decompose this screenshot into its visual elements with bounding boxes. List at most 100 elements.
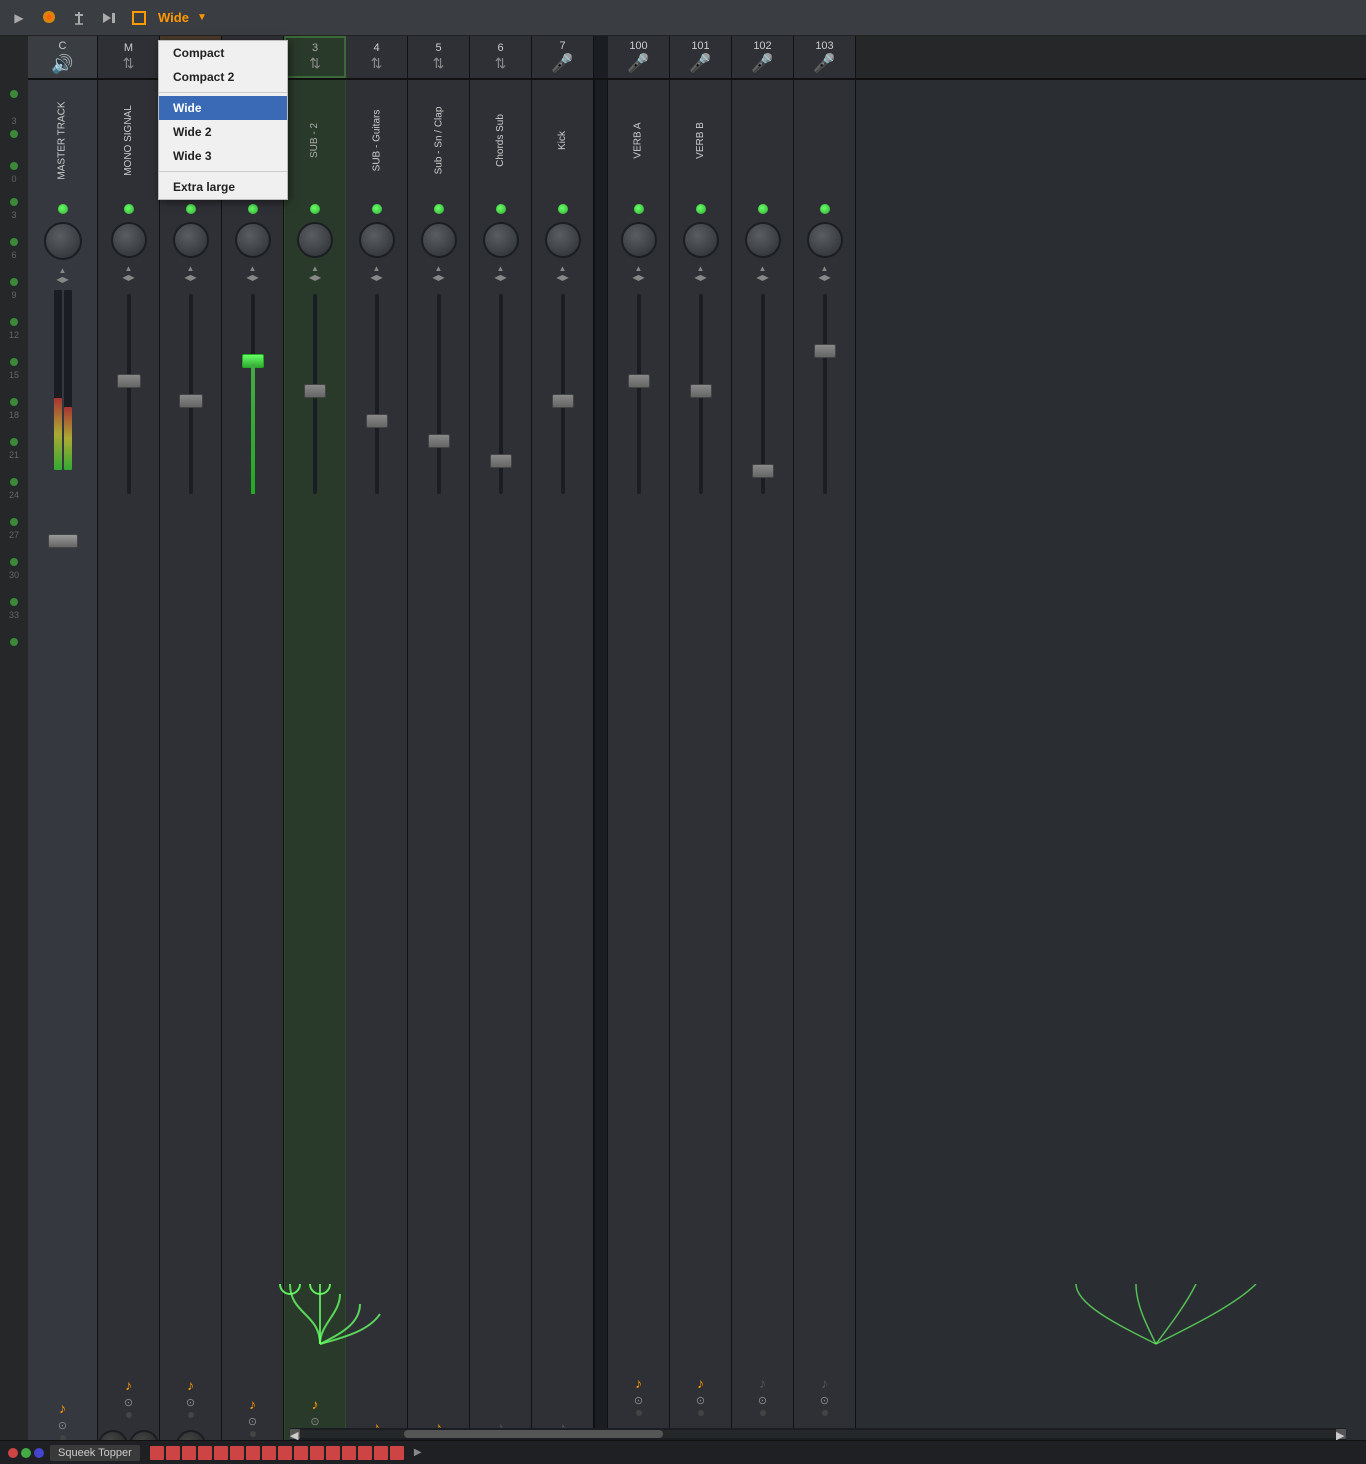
stereo-send-btn[interactable]: ♪ <box>187 1377 194 1393</box>
mono-bottom: ♪ ⊙ <box>124 1373 133 1422</box>
header-verb-b[interactable]: 101 🎤 <box>670 36 732 78</box>
stereo-led[interactable] <box>186 204 196 214</box>
ch103-led[interactable] <box>820 204 830 214</box>
verb-b-led[interactable] <box>696 204 706 214</box>
kick-led[interactable] <box>558 204 568 214</box>
verb-b-fader-handle[interactable] <box>690 384 712 398</box>
ch103-name-container <box>794 80 855 200</box>
sub2-knob[interactable] <box>297 222 333 258</box>
ch102-led[interactable] <box>758 204 768 214</box>
status-label[interactable]: Squeek Topper <box>50 1445 140 1461</box>
header-kick[interactable]: 7 🎤 <box>532 36 594 78</box>
view-selector[interactable]: Wide ▼ Compact Compact 2 Wide Wide 2 Wid… <box>158 10 207 25</box>
pattern-dot-7[interactable] <box>246 1446 260 1460</box>
stereo-knob[interactable] <box>173 222 209 258</box>
pattern-dot-6[interactable] <box>230 1446 244 1460</box>
ch102-send[interactable]: ♪ <box>759 1375 766 1391</box>
view-option-compact2[interactable]: Compact 2 <box>159 65 287 89</box>
pattern-dot-10[interactable] <box>294 1446 308 1460</box>
header-ch103[interactable]: 103 🎤 <box>794 36 856 78</box>
pattern-dot-2[interactable] <box>166 1446 180 1460</box>
chords-sub-fader-handle[interactable] <box>490 454 512 468</box>
header-mono[interactable]: M ⇅ <box>98 36 160 78</box>
skip-button[interactable] <box>98 7 120 29</box>
sub2-fader-area <box>285 284 345 1392</box>
scroll-right-btn[interactable]: ▶ <box>1336 1429 1346 1439</box>
verb-a-knob[interactable] <box>621 222 657 258</box>
verb-a-led[interactable] <box>634 204 644 214</box>
master-led[interactable] <box>58 204 68 214</box>
header-master[interactable]: C 🔊 <box>28 36 98 78</box>
pattern-scroll-arrow[interactable]: ▶ <box>414 1447 422 1458</box>
pattern-dot-16[interactable] <box>390 1446 404 1460</box>
sub-guitars-fader-handle[interactable] <box>366 414 388 428</box>
pattern-dot-8[interactable] <box>262 1446 276 1460</box>
sub2-fader-handle[interactable] <box>304 384 326 398</box>
header-sub-guitars[interactable]: 4 ⇅ <box>346 36 408 78</box>
scroll-left-btn[interactable]: ◀ <box>290 1429 300 1439</box>
verb-a-send[interactable]: ♪ <box>635 1375 642 1391</box>
ch102-fader-handle[interactable] <box>752 464 774 478</box>
pattern-dot-15[interactable] <box>374 1446 388 1460</box>
mono-knob[interactable] <box>111 222 147 258</box>
view-option-extralarge[interactable]: Extra large <box>159 175 287 199</box>
pattern-dot-13[interactable] <box>342 1446 356 1460</box>
master-knob[interactable] <box>44 222 82 260</box>
master-clock: ⊙ <box>58 1419 67 1432</box>
pattern-dot-12[interactable] <box>326 1446 340 1460</box>
pattern-dot-5[interactable] <box>214 1446 228 1460</box>
sub1-pan: ▲ ◀▶ <box>246 264 258 282</box>
mono-led[interactable] <box>124 204 134 214</box>
view-option-wide2[interactable]: Wide 2 <box>159 120 287 144</box>
channel-sub-guitars: SUB - Guitars ▲ ◀▶ ♪ ⊙ <box>346 80 408 1464</box>
scroll-thumb[interactable] <box>404 1430 663 1438</box>
master-fader-handle[interactable] <box>48 534 78 548</box>
chords-sub-led[interactable] <box>496 204 506 214</box>
logo-button[interactable] <box>38 7 60 29</box>
ch102-knob[interactable] <box>745 222 781 258</box>
anchor-button[interactable] <box>68 7 90 29</box>
mono-send-btn[interactable]: ♪ <box>125 1377 132 1393</box>
ch103-fader-handle[interactable] <box>814 344 836 358</box>
header-sub-sn[interactable]: 5 ⇅ <box>408 36 470 78</box>
sub1-send-btn[interactable]: ♪ <box>249 1396 256 1412</box>
kick-fader-handle[interactable] <box>552 394 574 408</box>
sub1-knob[interactable] <box>235 222 271 258</box>
header-verb-a[interactable]: 100 🎤 <box>608 36 670 78</box>
pattern-dot-4[interactable] <box>198 1446 212 1460</box>
view-option-wide[interactable]: Wide <box>159 96 287 120</box>
chords-sub-knob[interactable] <box>483 222 519 258</box>
pattern-dot-1[interactable] <box>150 1446 164 1460</box>
view-option-compact[interactable]: Compact <box>159 41 287 65</box>
sub2-send-btn[interactable]: ♪ <box>312 1396 319 1412</box>
verb-b-knob[interactable] <box>683 222 719 258</box>
chords-sub-pan: ▲ ◀▶ <box>494 264 506 282</box>
master-send-btn[interactable]: ♪ <box>59 1400 66 1416</box>
ch103-knob[interactable] <box>807 222 843 258</box>
header-sub2[interactable]: 3 ⇅ <box>284 36 346 78</box>
sub-guitars-knob[interactable] <box>359 222 395 258</box>
view-option-wide3[interactable]: Wide 3 <box>159 144 287 168</box>
sub1-led[interactable] <box>248 204 258 214</box>
verb-a-fader-handle[interactable] <box>628 374 650 388</box>
header-ch102[interactable]: 102 🎤 <box>732 36 794 78</box>
pattern-dot-3[interactable] <box>182 1446 196 1460</box>
play-button[interactable]: ▶ <box>8 7 30 29</box>
sub-guitars-led[interactable] <box>372 204 382 214</box>
view-icon-btn[interactable] <box>128 7 150 29</box>
stereo-fader-handle[interactable] <box>179 394 203 408</box>
pattern-dot-9[interactable] <box>278 1446 292 1460</box>
sub-sn-knob[interactable] <box>421 222 457 258</box>
ruler-15: 15 <box>9 370 19 394</box>
sub2-led[interactable] <box>310 204 320 214</box>
header-chords-sub[interactable]: 6 ⇅ <box>470 36 532 78</box>
pattern-dot-14[interactable] <box>358 1446 372 1460</box>
horizontal-scrollbar[interactable]: ◀ ▶ <box>290 1428 1346 1440</box>
mono-fader-handle[interactable] <box>117 374 141 388</box>
sub-sn-led[interactable] <box>434 204 444 214</box>
sub-sn-fader-handle[interactable] <box>428 434 450 448</box>
ch103-send[interactable]: ♪ <box>821 1375 828 1391</box>
kick-knob[interactable] <box>545 222 581 258</box>
verb-b-send[interactable]: ♪ <box>697 1375 704 1391</box>
pattern-dot-11[interactable] <box>310 1446 324 1460</box>
